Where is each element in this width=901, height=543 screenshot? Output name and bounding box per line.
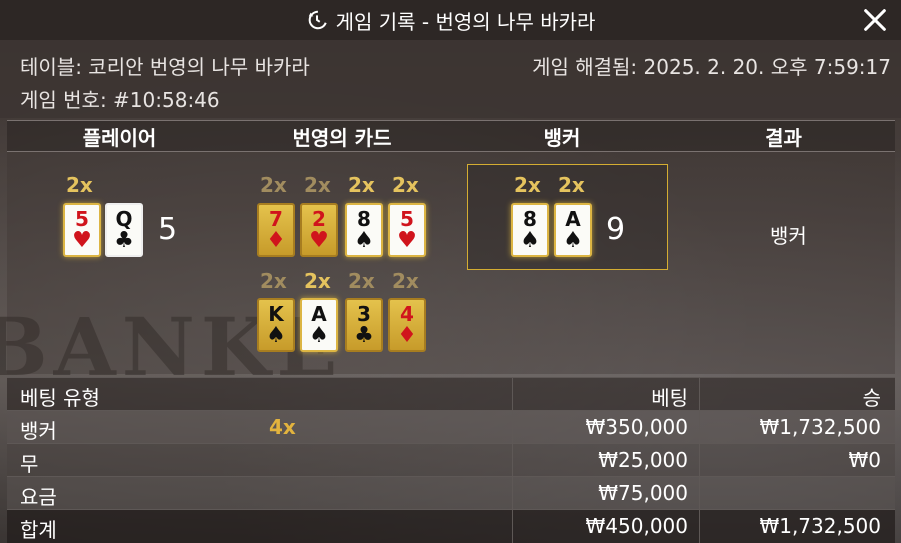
- fortune-card5-multiplier: 2x: [260, 269, 287, 293]
- card-suit: ♣: [354, 322, 374, 348]
- close-icon[interactable]: [861, 6, 889, 34]
- card-rank: 8: [523, 206, 537, 231]
- card-rank: 8: [357, 206, 371, 231]
- fortune-card8-multiplier: 2x: [392, 269, 419, 293]
- bet-type: 요금: [20, 485, 57, 509]
- fortune-card-4: 5 ♥: [388, 203, 426, 257]
- column-divider: [699, 377, 700, 543]
- game-number: 게임 번호: #10:58:46: [20, 88, 220, 112]
- card-suit: ♠: [354, 227, 374, 253]
- bets-header-type: 베팅 유형: [20, 386, 100, 410]
- card-rank: A: [311, 301, 327, 326]
- title-wrap: 게임 기록 - 번영의 나무 바카라: [306, 6, 596, 35]
- result-label: 뱅커: [770, 224, 807, 248]
- bet-type: 무: [20, 452, 39, 476]
- table-row: 뱅커 4x ₩350,000 ₩1,732,500: [7, 410, 895, 443]
- card-rank: 5: [75, 206, 89, 231]
- results-area: [7, 152, 895, 374]
- card-rank: 5: [400, 206, 414, 231]
- fortune-card-3: 8 ♠: [345, 203, 383, 257]
- fortune-card-7: 3 ♣: [345, 298, 383, 352]
- table-row: 요금 ₩75,000: [7, 476, 895, 509]
- card-suit: ♣: [114, 227, 134, 253]
- bets-table: 베팅 유형 베팅 승 뱅커 4x ₩350,000 ₩1,732,500 무 ₩…: [7, 377, 895, 543]
- card-suit: ♠: [563, 227, 583, 253]
- bet-amount: ₩450,000: [585, 514, 688, 538]
- banker-card-1: 8 ♠: [511, 203, 549, 257]
- banker-card2-multiplier: 2x: [558, 173, 585, 197]
- fortune-card7-multiplier: 2x: [348, 269, 375, 293]
- banker-card1-multiplier: 2x: [514, 173, 541, 197]
- header-fortune-cards: 번영의 카드: [292, 125, 392, 150]
- fortune-card-5: K ♠: [257, 298, 295, 352]
- win-amount: ₩1,732,500: [759, 415, 881, 439]
- card-rank: 4: [400, 301, 414, 326]
- title-bar: 게임 기록 - 번영의 나무 바카라: [0, 0, 901, 40]
- table-name: 테이블: 코리안 번영의 나무 바카라: [20, 55, 310, 79]
- bets-header-row: 베팅 유형 베팅 승: [7, 377, 895, 410]
- fortune-card-1: 7 ♦: [257, 203, 295, 257]
- column-divider: [512, 377, 513, 543]
- card-suit: ♥: [72, 227, 92, 253]
- banker-total: 9: [606, 212, 626, 247]
- history-icon: [308, 10, 327, 30]
- bet-type: 뱅커: [20, 419, 57, 443]
- card-suit: ♥: [309, 227, 329, 253]
- table-total-row: 합계 ₩450,000 ₩1,732,500: [7, 509, 895, 543]
- fortune-card4-multiplier: 2x: [392, 173, 419, 197]
- bet-amount: ₩25,000: [598, 448, 688, 472]
- window-title: 게임 기록 - 번영의 나무 바카라: [335, 9, 596, 34]
- card-suit: ♥: [397, 227, 417, 253]
- bet-type: 합계: [20, 518, 57, 542]
- win-amount: ₩1,732,500: [759, 514, 881, 538]
- banker-card-2: A ♠: [554, 203, 592, 257]
- results-header: 플레이어 번영의 카드 뱅커 결과: [7, 120, 895, 152]
- header-result: 결과: [765, 125, 802, 150]
- game-info: 테이블: 코리안 번영의 나무 바카라 게임 번호: #10:58:46 게임 …: [0, 40, 901, 118]
- card-rank: 2: [312, 206, 326, 231]
- bets-header-win: 승: [862, 386, 881, 410]
- card-rank: A: [565, 206, 581, 231]
- fortune-card-2: 2 ♥: [300, 203, 338, 257]
- fortune-card6-multiplier: 2x: [304, 269, 331, 293]
- card-rank: 7: [269, 206, 283, 231]
- fortune-card2-multiplier: 2x: [304, 173, 331, 197]
- fortune-card1-multiplier: 2x: [260, 173, 287, 197]
- card-suit: ♦: [266, 227, 286, 253]
- win-amount: ₩0: [848, 448, 882, 472]
- fortune-card-8: 4 ♦: [388, 298, 426, 352]
- header-banker: 뱅커: [543, 125, 581, 150]
- card-rank: 3: [357, 301, 371, 326]
- card-rank: Q: [115, 206, 133, 231]
- header-player: 플레이어: [82, 125, 157, 150]
- card-suit: ♠: [520, 227, 540, 253]
- card-suit: ♠: [266, 322, 286, 348]
- player-total: 5: [158, 212, 178, 247]
- card-suit: ♠: [309, 322, 329, 348]
- fortune-card-6: A ♠: [300, 298, 338, 352]
- player-card-2: Q ♣: [105, 203, 143, 257]
- card-rank: K: [268, 301, 284, 326]
- resolved-time: 게임 해결됨: 2025. 2. 20. 오후 7:59:17: [532, 55, 891, 79]
- fortune-card3-multiplier: 2x: [348, 173, 375, 197]
- card-suit: ♦: [397, 322, 417, 348]
- bet-amount: ₩75,000: [598, 481, 688, 505]
- player-card1-multiplier: 2x: [66, 173, 93, 197]
- bet-multiplier: 4x: [269, 415, 296, 439]
- player-card-1: 5 ♥: [63, 203, 101, 257]
- bets-header-bet: 베팅: [651, 386, 688, 410]
- table-row: 무 ₩25,000 ₩0: [7, 443, 895, 476]
- bet-amount: ₩350,000: [585, 415, 688, 439]
